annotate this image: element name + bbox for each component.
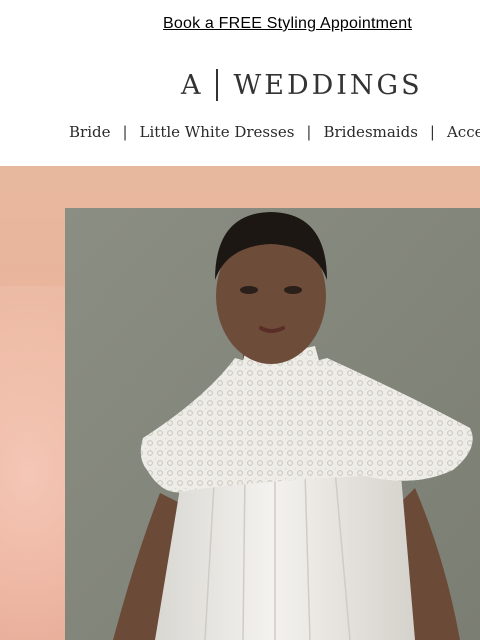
logo-wordmark: WEDDINGS <box>233 69 423 101</box>
nav-item-little-white-dresses[interactable]: Little White Dresses <box>140 123 295 141</box>
logo-divider <box>215 69 218 101</box>
nav-divider: | <box>306 123 312 141</box>
brand-logo[interactable]: A WEDDINGS <box>181 68 423 102</box>
bride-illustration <box>65 208 480 640</box>
nav-item-accessories[interactable]: Acces <box>447 123 480 141</box>
styling-appointment-link[interactable]: Book a FREE Styling Appointment <box>163 15 412 33</box>
nav-item-bride[interactable]: Bride <box>69 123 110 141</box>
hero-banner[interactable] <box>0 166 480 640</box>
logo-mark: A <box>181 69 202 101</box>
nav-item-bridesmaids[interactable]: Bridesmaids <box>323 123 417 141</box>
category-nav: Bride | Little White Dresses | Bridesmai… <box>69 121 480 143</box>
promo-banner: Book a FREE Styling Appointment <box>0 0 480 52</box>
nav-divider: | <box>429 123 435 141</box>
nav-divider: | <box>122 123 128 141</box>
hero-photo[interactable] <box>65 208 480 640</box>
